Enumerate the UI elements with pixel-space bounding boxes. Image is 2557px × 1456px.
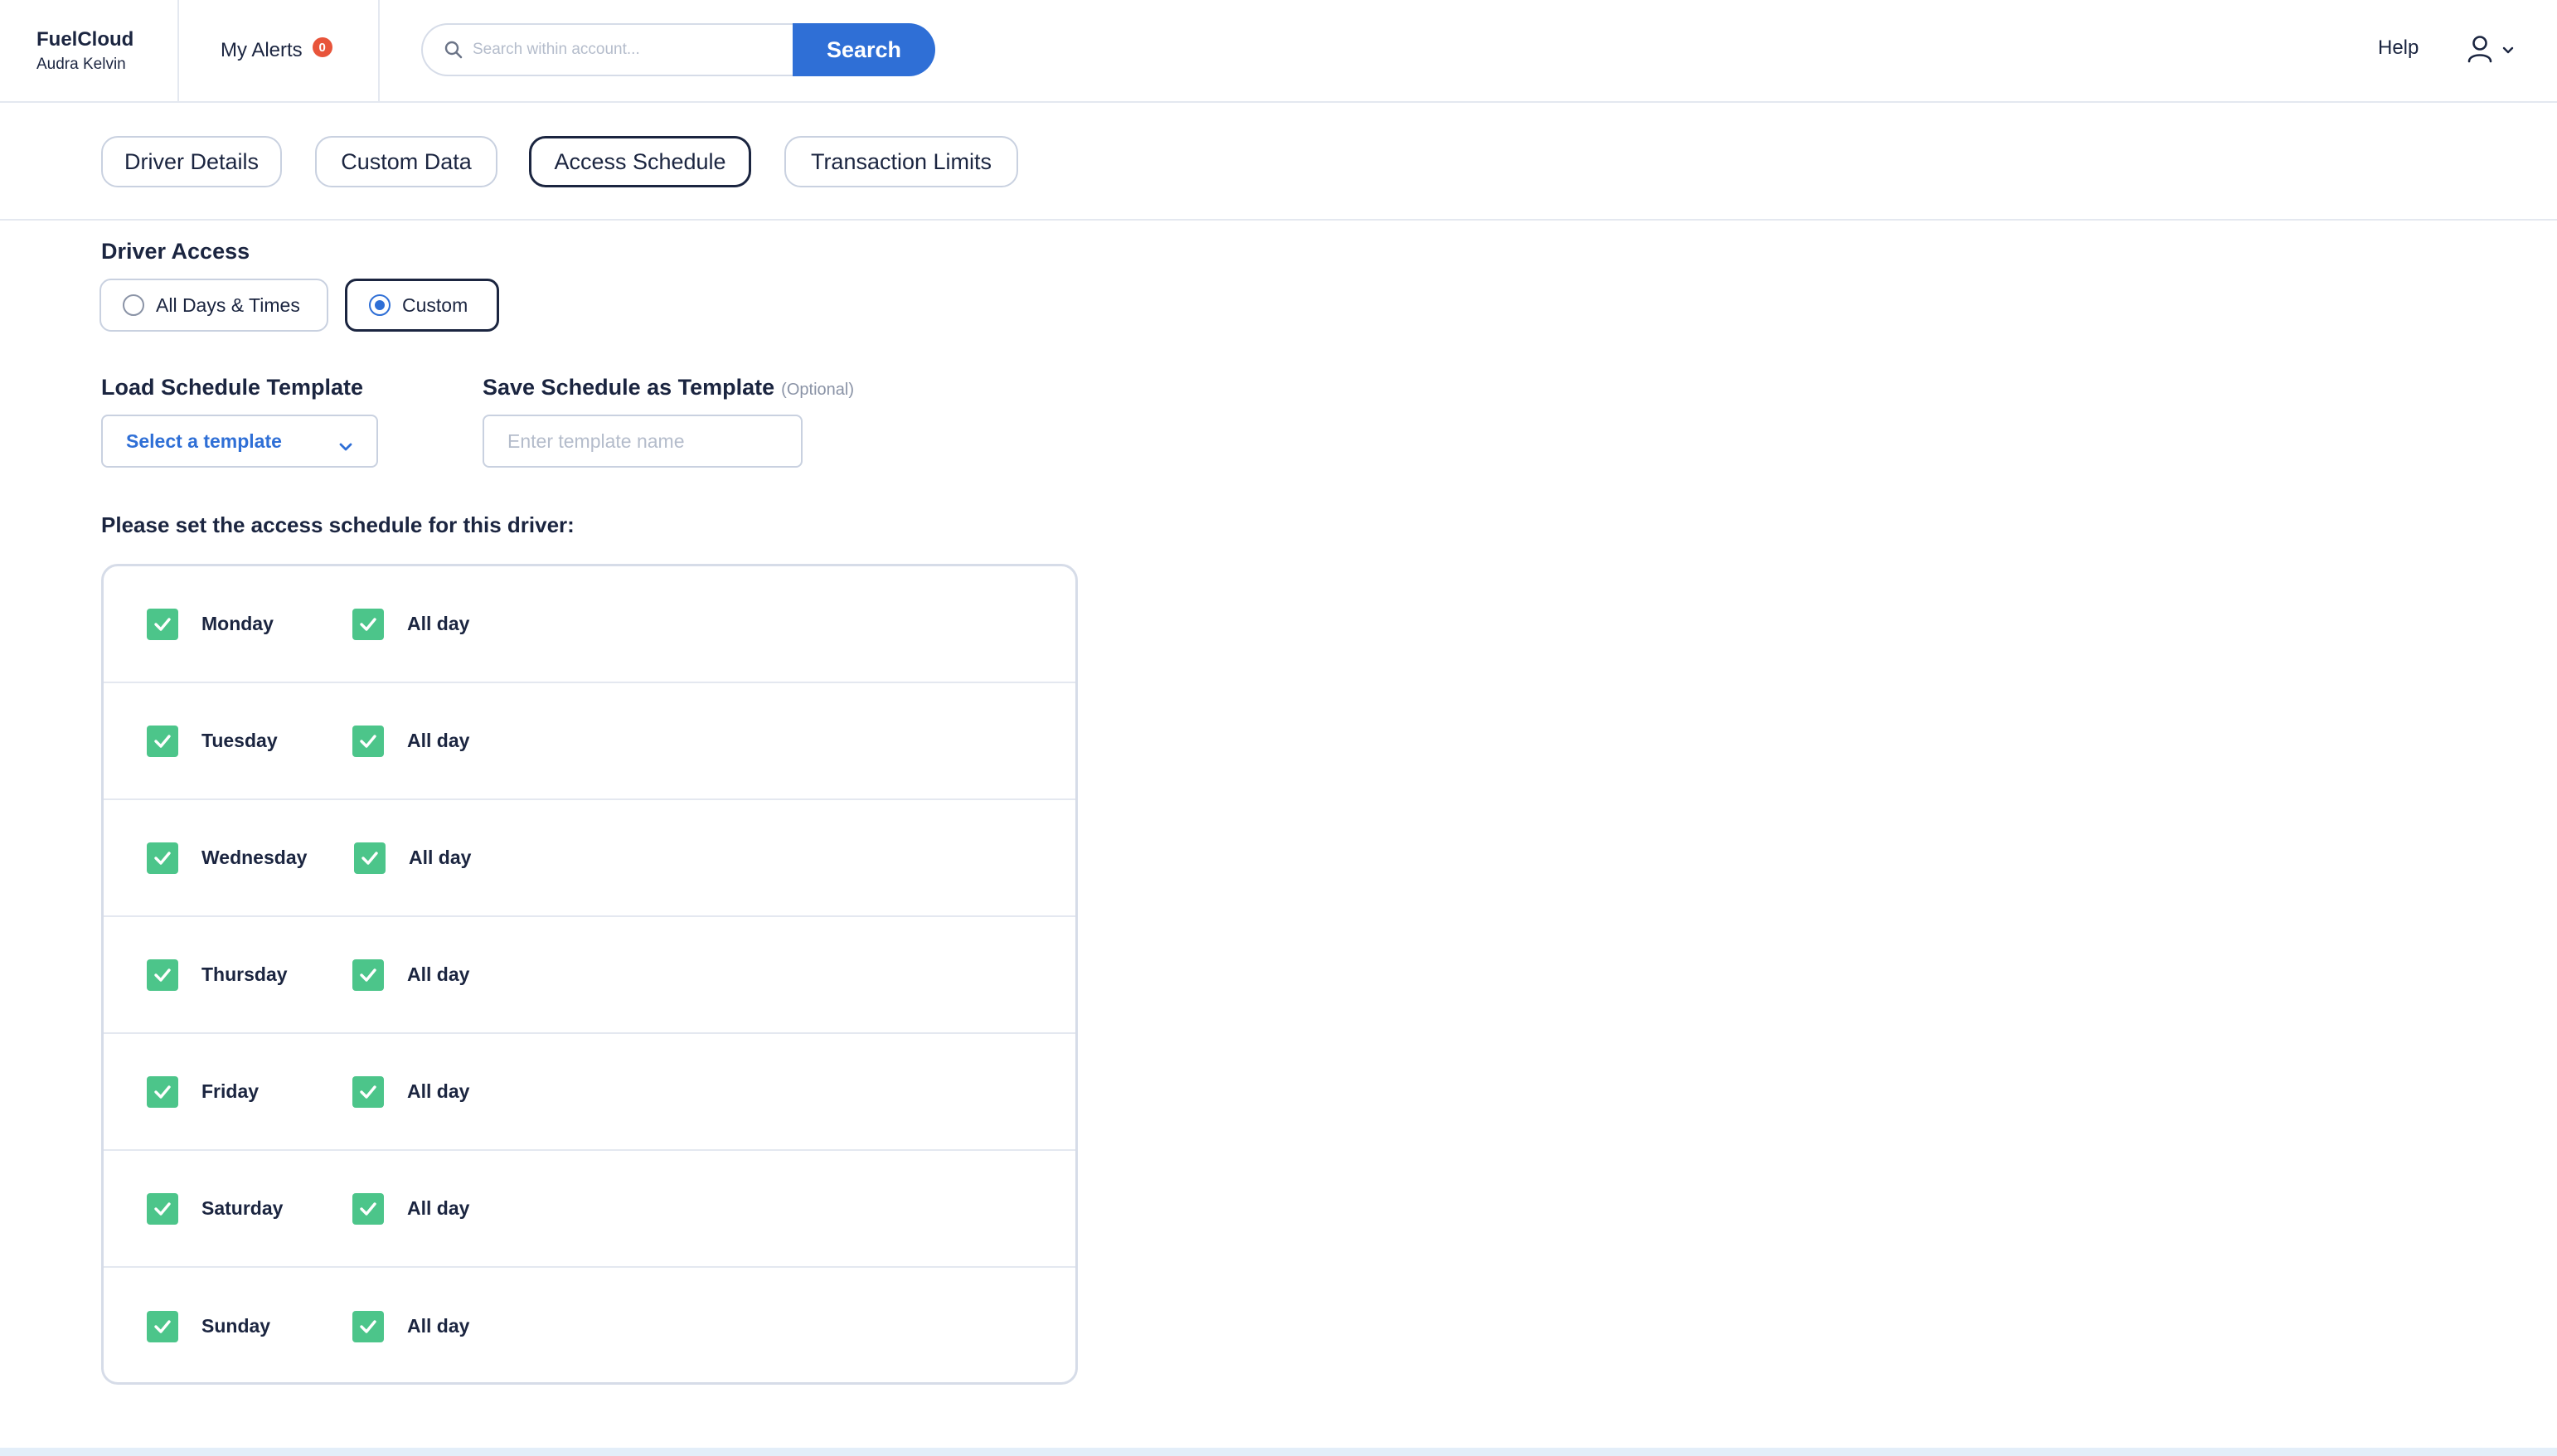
load-template-label: Load Schedule Template (101, 375, 364, 400)
chevron-down-icon (338, 434, 353, 457)
tab-custom-data[interactable]: Custom Data (315, 136, 497, 187)
day-checkbox[interactable] (147, 1075, 178, 1108)
all-day-label: All day (407, 963, 470, 985)
day-label: Monday (201, 612, 274, 634)
schedule-row-friday: Friday All day (104, 1034, 1075, 1151)
all-day-label: All day (407, 1314, 470, 1337)
search-icon (444, 41, 463, 59)
schedule-row-saturday: Saturday All day (104, 1151, 1075, 1268)
day-label: Tuesday (201, 729, 278, 751)
schedule-table: Monday All day Tuesday All day Wednesday… (101, 564, 1078, 1385)
day-label: Saturday (201, 1196, 284, 1219)
schedule-row-wednesday: Wednesday All day (104, 800, 1075, 917)
search-input[interactable] (473, 41, 771, 59)
account-user-name: Audra Kelvin (36, 56, 126, 73)
day-checkbox[interactable] (147, 1310, 178, 1342)
all-day-checkbox[interactable] (352, 725, 384, 757)
top-header: FuelCloud Audra Kelvin My Alerts 0 Searc… (0, 0, 2557, 103)
day-checkbox[interactable] (147, 842, 178, 874)
user-menu[interactable] (2467, 35, 2514, 67)
driver-access-label: Driver Access (101, 239, 250, 264)
day-checkbox[interactable] (147, 1192, 178, 1225)
search-box (421, 23, 793, 76)
radio-unselected-icon (123, 294, 144, 316)
alerts-count-badge: 0 (312, 37, 332, 57)
template-select[interactable]: Select a template (101, 415, 378, 468)
search-bar: Search (421, 23, 935, 76)
help-link[interactable]: Help (2378, 36, 2419, 60)
optional-hint: (Optional) (781, 381, 854, 399)
schedule-row-sunday: Sunday All day (104, 1268, 1075, 1382)
my-alerts-label: My Alerts (221, 39, 303, 61)
day-checkbox[interactable] (147, 725, 178, 757)
schedule-row-monday: Monday All day (104, 566, 1075, 683)
all-day-label: All day (409, 846, 472, 868)
day-checkbox[interactable] (147, 959, 178, 991)
all-day-checkbox[interactable] (352, 1192, 384, 1225)
schedule-row-tuesday: Tuesday All day (104, 683, 1075, 800)
radio-custom[interactable]: Custom (345, 279, 499, 332)
brand-name: FuelCloud (36, 28, 134, 51)
radio-all-days-label: All Days & Times (156, 294, 300, 316)
user-icon (2467, 35, 2492, 67)
radio-custom-label: Custom (402, 294, 468, 316)
schedule-row-thursday: Thursday All day (104, 917, 1075, 1034)
radio-all-days-times[interactable]: All Days & Times (99, 279, 328, 332)
radio-selected-icon (369, 294, 391, 316)
tab-access-schedule[interactable]: Access Schedule (529, 136, 751, 187)
all-day-checkbox[interactable] (352, 959, 384, 991)
tab-bar: Driver Details Custom Data Access Schedu… (0, 103, 2557, 221)
day-label: Friday (201, 1080, 260, 1102)
all-day-checkbox[interactable] (352, 608, 384, 640)
all-day-label: All day (407, 612, 470, 634)
save-template-label: Save Schedule as Template (Optional) (483, 375, 854, 400)
day-label: Sunday (201, 1314, 271, 1337)
all-day-checkbox[interactable] (352, 1310, 384, 1342)
tab-driver-details[interactable]: Driver Details (101, 136, 282, 187)
schedule-prompt: Please set the access schedule for this … (101, 512, 575, 537)
day-label: Thursday (201, 963, 288, 985)
footer-strip (0, 1448, 2557, 1456)
all-day-checkbox[interactable] (354, 842, 386, 874)
template-name-input[interactable] (483, 415, 803, 468)
brand-block: FuelCloud Audra Kelvin (0, 0, 179, 101)
tab-transaction-limits[interactable]: Transaction Limits (784, 136, 1018, 187)
all-day-checkbox[interactable] (352, 1075, 384, 1108)
all-day-label: All day (407, 1080, 470, 1102)
all-day-label: All day (407, 1196, 470, 1219)
search-button[interactable]: Search (793, 23, 935, 76)
all-day-label: All day (407, 729, 470, 751)
template-select-value: Select a template (126, 430, 282, 452)
save-template-label-text: Save Schedule as Template (483, 375, 775, 400)
day-label: Wednesday (201, 846, 308, 868)
my-alerts-link[interactable]: My Alerts 0 (179, 0, 380, 101)
chevron-down-icon (2502, 44, 2514, 59)
day-checkbox[interactable] (147, 608, 178, 640)
